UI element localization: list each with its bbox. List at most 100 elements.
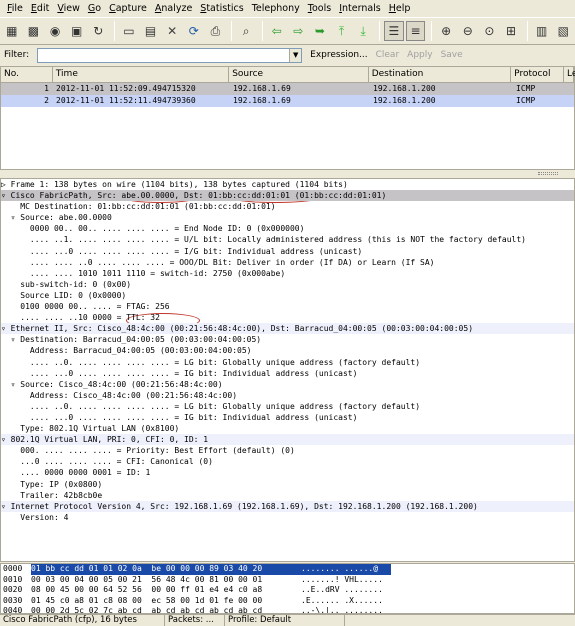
packet-no: 2 (44, 96, 49, 105)
status-profile[interactable]: Profile: Default (225, 615, 345, 626)
menu-item[interactable]: Telephony (248, 3, 304, 14)
menu-item[interactable]: Go (84, 3, 105, 14)
tree-item[interactable]: 0000 00.. 00.. .... .... .... = End Node… (1, 223, 574, 234)
column-header-time[interactable]: Time (53, 67, 230, 82)
menu-item[interactable]: Capture (105, 3, 151, 14)
save-file-icon[interactable]: ▤ (141, 21, 161, 41)
menu-item[interactable]: Edit (27, 3, 53, 14)
status-packets: Packets: ... (165, 615, 225, 626)
pane-splitter[interactable] (0, 171, 575, 177)
hex-row[interactable]: 0010 00 03 00 04 00 05 00 21 56 48 4c 00 … (1, 575, 574, 586)
menu-item-label: nternals (342, 3, 381, 14)
tree-item[interactable]: ▿ Internet Protocol Version 4, Src: 192.… (1, 500, 574, 512)
tree-item[interactable]: ▿ Ethernet II, Src: Cisco_48:4c:00 (00:2… (1, 323, 574, 335)
tree-item[interactable]: .... ...0 .... .... .... .... = IG bit: … (1, 368, 574, 379)
tree-item[interactable]: Version: 4 (1, 512, 574, 523)
packet-time: 2012-11-01 11:52:09.494715320 (56, 84, 196, 93)
tree-item[interactable]: MC Destination: 01:bb:cc:dd:01:01 (01:bb… (1, 201, 574, 212)
colorize-icon[interactable]: ☰ (384, 21, 404, 41)
go-last-icon[interactable]: ⤓ (353, 21, 373, 41)
tree-item[interactable]: ...0 .... .... .... = CFI: Canonical (0) (1, 456, 574, 467)
tree-item[interactable]: ▷ Frame 1: 138 bytes on wire (1104 bits)… (1, 179, 574, 190)
menu-item[interactable]: Statistics (196, 3, 247, 14)
packet-details-tree[interactable]: ▷ Frame 1: 138 bytes on wire (1104 bits)… (0, 178, 575, 562)
column-header-length[interactable]: Le (564, 67, 575, 82)
menu-item[interactable]: Tools (304, 3, 335, 14)
go-forward-icon[interactable]: ⇨ (289, 21, 309, 41)
tree-item[interactable]: ▿ 802.1Q Virtual LAN, PRI: 0, CFI: 0, ID… (1, 434, 574, 446)
hex-bytes: 01 bb cc dd 01 01 02 0a be 00 00 00 89 0… (31, 564, 301, 575)
column-header-destination[interactable]: Destination (369, 67, 512, 82)
menu-item[interactable]: Internals (335, 3, 385, 14)
capture-options-icon[interactable]: ▩ (24, 21, 44, 41)
tree-item[interactable]: ▿ Source: abe.00.0000 (1, 212, 574, 223)
zoom-in-icon[interactable]: ⊕ (436, 21, 456, 41)
hex-row[interactable]: 0000 01 bb cc dd 01 01 02 0a be 00 00 00 … (1, 564, 574, 575)
tree-item[interactable]: .... .... ..10 0000 = TTL: 32 (1, 312, 574, 323)
stop-capture-icon[interactable]: ▣ (67, 21, 87, 41)
hex-offset: 0010 (3, 574, 23, 584)
menu-item[interactable]: Help (385, 3, 415, 14)
filter-input[interactable]: ▼ (37, 47, 303, 63)
column-header-no[interactable]: No. (1, 67, 53, 82)
menu-item[interactable]: Analyze (151, 3, 196, 14)
tree-item[interactable]: .... ...0 .... .... .... .... = IG bit: … (1, 412, 574, 423)
tree-item[interactable]: .... .... 1010 1011 1110 = switch-id: 27… (1, 268, 574, 279)
packet-row[interactable]: 1 2012-11-01 11:52:09.494715320 192.168.… (1, 83, 574, 95)
packet-time: 2012-11-01 11:52:11.494739360 (56, 96, 196, 105)
close-file-icon[interactable]: ✕ (162, 21, 182, 41)
start-capture-icon[interactable]: ◉ (45, 21, 65, 41)
packet-row[interactable]: 2 2012-11-01 11:52:11.494739360 192.168.… (1, 95, 574, 107)
tree-item[interactable]: Type: IP (0x0800) (1, 479, 574, 490)
column-header-source[interactable]: Source (229, 67, 369, 82)
tree-item[interactable]: .... ..1. .... .... .... .... = U/L bit:… (1, 234, 574, 245)
tree-item[interactable]: 000. .... .... .... = Priority: Best Eff… (1, 445, 574, 456)
hex-row[interactable]: 0020 08 00 45 00 00 64 52 56 00 00 ff 01 … (1, 585, 574, 596)
tree-item[interactable]: .... ..0. .... .... .... .... = LG bit: … (1, 357, 574, 368)
restart-capture-icon[interactable]: ↻ (89, 21, 109, 41)
autoscroll-icon[interactable]: ≡ (405, 21, 426, 41)
find-icon[interactable]: ⌕ (236, 21, 256, 41)
tree-item[interactable]: .... .... ..0 .... .... .... = OOO/DL Bi… (1, 257, 574, 268)
display-filters-icon[interactable]: ▧ (553, 21, 573, 41)
tree-item[interactable]: sub-switch-id: 0 (0x00) (1, 279, 574, 290)
menu-item[interactable]: File (3, 3, 27, 14)
tree-item[interactable]: ▿ Source: Cisco_48:4c:00 (00:21:56:48:4c… (1, 379, 574, 390)
filter-dropdown-icon[interactable]: ▼ (289, 48, 302, 62)
apply-button[interactable]: Apply (407, 50, 432, 60)
reload-icon[interactable]: ⟳ (184, 21, 204, 41)
zoom-out-icon[interactable]: ⊖ (458, 21, 478, 41)
tree-item[interactable]: 0100 0000 00.. .... = FTAG: 256 (1, 301, 574, 312)
open-file-icon[interactable]: ▭ (119, 21, 139, 41)
tree-item[interactable]: .... 0000 0000 0001 = ID: 1 (1, 467, 574, 478)
go-back-icon[interactable]: ⇦ (267, 21, 287, 41)
capture-filters-icon[interactable]: ▥ (532, 21, 552, 41)
clear-button[interactable]: Clear (376, 50, 400, 60)
hex-offset: 0030 (3, 595, 23, 605)
tree-item[interactable]: Source LID: 0 (0x0000) (1, 290, 574, 301)
column-header-protocol[interactable]: Protocol (511, 67, 564, 82)
hex-row[interactable]: 0040 00 00 2d 5c 02 7c ab cd ab cd ab cd … (1, 606, 574, 613)
interface-list-icon[interactable]: ▦ (2, 21, 22, 41)
save-button[interactable]: Save (441, 50, 463, 60)
tree-item[interactable]: ▿ Destination: Barracud_04:00:05 (00:03:… (1, 334, 574, 345)
expression-button[interactable]: Expression... (310, 50, 367, 60)
tree-item[interactable]: ▿ Cisco FabricPath, Src: abe.00.0000, Ds… (1, 190, 574, 202)
tree-item[interactable]: .... ...0 .... .... .... .... = I/G bit:… (1, 246, 574, 257)
tree-item[interactable]: Trailer: 42b8cb0e (1, 490, 574, 501)
hex-row[interactable]: 0030 01 45 c0 a8 01 c8 08 00 ec 58 00 1d … (1, 596, 574, 607)
packet-list[interactable]: No. Time Source Destination Protocol Le … (0, 66, 575, 170)
print-icon[interactable]: ⎙ (206, 21, 226, 41)
tree-item[interactable]: Address: Barracud_04:00:05 (00:03:00:04:… (1, 345, 574, 356)
menu-item-label: dit (36, 3, 50, 14)
normal-size-icon[interactable]: ⊙ (480, 21, 500, 41)
menu-item-label: ools (311, 3, 332, 14)
tree-item[interactable]: .... ..0. .... .... .... .... = LG bit: … (1, 401, 574, 412)
go-first-icon[interactable]: ⤒ (332, 21, 352, 41)
go-to-packet-icon[interactable]: ➥ (310, 21, 330, 41)
tree-item[interactable]: Address: Cisco_48:4c:00 (00:21:56:48:4c:… (1, 390, 574, 401)
menu-item[interactable]: View (53, 3, 84, 14)
tree-item[interactable]: Type: 802.1Q Virtual LAN (0x8100) (1, 423, 574, 434)
resize-columns-icon[interactable]: ⊞ (501, 21, 521, 41)
packet-bytes-pane[interactable]: 0000 01 bb cc dd 01 01 02 0a be 00 00 00 … (0, 563, 575, 614)
